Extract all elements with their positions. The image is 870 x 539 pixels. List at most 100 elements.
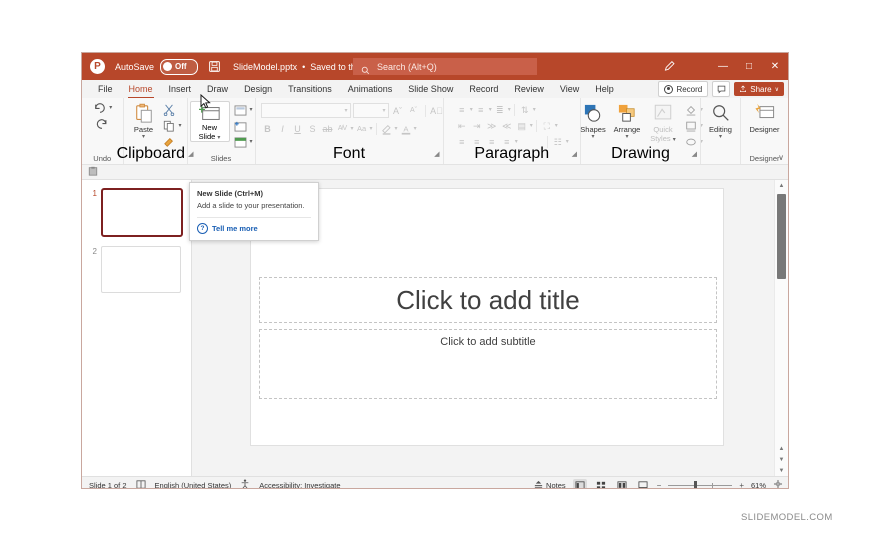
text-direction-caret-icon[interactable]: ▾: [533, 107, 536, 113]
italic-button[interactable]: I: [276, 122, 290, 136]
columns-caret-icon[interactable]: ▾: [530, 123, 533, 129]
pen-icon[interactable]: [663, 60, 676, 73]
bullets-caret-icon[interactable]: ▾: [470, 107, 473, 113]
font-size-select[interactable]: ▾: [352, 103, 389, 118]
slide-counter[interactable]: Slide 1 of 2: [89, 481, 127, 489]
collapse-ribbon-button[interactable]: ∨: [778, 153, 784, 162]
reading-view-button[interactable]: [615, 479, 629, 488]
text-highlight-color-button[interactable]: [380, 122, 394, 136]
change-case-caret-icon[interactable]: ▾: [370, 126, 373, 132]
new-slide-caret-icon[interactable]: ▾: [217, 135, 220, 141]
copy-button[interactable]: ▾: [162, 119, 182, 133]
minimize-button[interactable]: —: [710, 53, 736, 80]
highlight-caret-icon[interactable]: ▾: [395, 126, 398, 132]
character-spacing-caret-icon[interactable]: ▾: [351, 126, 354, 132]
share-button[interactable]: Share ∨: [734, 82, 784, 96]
tab-record[interactable]: Record: [461, 80, 506, 98]
thumbnail-image[interactable]: [101, 246, 181, 293]
decrease-indent-button[interactable]: ⇤: [455, 119, 469, 133]
editing-caret-icon[interactable]: ▾: [719, 134, 722, 140]
tab-design[interactable]: Design: [236, 80, 280, 98]
align-text-caret-icon[interactable]: ▾: [555, 123, 558, 129]
character-spacing-button[interactable]: A̸V: [336, 122, 350, 136]
copy-caret-icon[interactable]: ▾: [179, 123, 182, 129]
tab-file[interactable]: File: [90, 80, 121, 98]
shapes-caret-icon[interactable]: ▾: [591, 134, 594, 140]
bold-button[interactable]: B: [261, 122, 275, 136]
zoom-level[interactable]: 61%: [751, 481, 766, 489]
drawing-dialog-launcher-icon[interactable]: ◢: [692, 150, 697, 158]
redo-button[interactable]: [95, 117, 110, 131]
numbering-caret-icon[interactable]: ▾: [489, 107, 492, 113]
notes-button[interactable]: Notes: [533, 480, 566, 488]
zoom-out-button[interactable]: −: [657, 481, 662, 489]
decrease-font-size-button[interactable]: Aˇ: [407, 104, 421, 118]
text-direction-button[interactable]: ⇅: [518, 103, 532, 117]
clear-formatting-button[interactable]: A⃠: [430, 104, 444, 118]
slide-thumbnail-pane[interactable]: 1 2: [82, 180, 192, 476]
paste-caret-icon[interactable]: ▾: [142, 134, 145, 140]
change-case-button[interactable]: Aa: [355, 122, 369, 136]
slide-canvas[interactable]: Click to add title Click to add subtitle: [250, 188, 724, 446]
section-button[interactable]: ▾: [233, 135, 253, 149]
zoom-in-button[interactable]: +: [739, 481, 744, 489]
subtitle-placeholder[interactable]: Click to add subtitle: [259, 329, 717, 399]
arrange-caret-icon[interactable]: ▾: [625, 134, 628, 140]
text-shadow-button[interactable]: S: [306, 122, 320, 136]
slide-sorter-button[interactable]: [594, 479, 608, 488]
undo-caret-icon[interactable]: ▾: [109, 105, 112, 111]
font-color-button[interactable]: A: [399, 122, 413, 136]
next-slide-button[interactable]: ▼: [775, 454, 788, 465]
tab-transitions[interactable]: Transitions: [280, 80, 340, 98]
scroll-up-arrow-icon[interactable]: ▲: [775, 180, 788, 191]
fit-to-window-icon[interactable]: [773, 479, 783, 488]
align-text-button[interactable]: ⛶: [540, 119, 554, 133]
slideshow-button[interactable]: [636, 479, 650, 488]
accessibility-status[interactable]: Accessibility: Investigate: [259, 481, 340, 489]
font-family-select[interactable]: ▾: [260, 103, 351, 118]
scroll-down-arrow-icon[interactable]: ▼: [775, 465, 788, 476]
layout-button[interactable]: ▾: [233, 103, 253, 117]
tab-home[interactable]: Home: [121, 80, 161, 98]
increase-font-size-button[interactable]: Aˇ: [391, 104, 405, 118]
editing-button[interactable]: Editing ▾: [705, 101, 737, 140]
increase-indent-button[interactable]: ⇥: [470, 119, 484, 133]
reset-button[interactable]: [233, 119, 253, 133]
paragraph-dialog-launcher-icon[interactable]: ◢: [572, 150, 577, 158]
columns-button[interactable]: ▤: [515, 119, 529, 133]
thumbnail-image[interactable]: [101, 188, 183, 237]
bullets-button[interactable]: ≡: [455, 103, 469, 117]
autosave-toggle[interactable]: Off: [160, 58, 199, 75]
numbering-button[interactable]: ≡: [474, 103, 488, 117]
normal-view-button[interactable]: [572, 478, 587, 488]
undo-button[interactable]: ▾: [92, 101, 112, 115]
font-dialog-launcher-icon[interactable]: ◢: [434, 150, 439, 158]
save-icon[interactable]: [208, 60, 221, 73]
thumbnail-slide-2[interactable]: 2: [82, 246, 191, 293]
ltr-direction-button[interactable]: ≫: [485, 119, 499, 133]
vertical-scrollbar[interactable]: ▲ ▲ ▼ ▼: [774, 180, 788, 476]
line-spacing-button[interactable]: ≣: [493, 103, 507, 117]
thumbnail-slide-1[interactable]: 1: [82, 188, 191, 237]
tab-slide-show[interactable]: Slide Show: [400, 80, 461, 98]
line-spacing-caret-icon[interactable]: ▾: [508, 107, 511, 113]
tab-view[interactable]: View: [552, 80, 587, 98]
slide-icon[interactable]: [136, 479, 146, 488]
record-button[interactable]: Record: [658, 81, 709, 97]
zoom-slider[interactable]: [668, 480, 733, 488]
layout-caret-icon[interactable]: ▾: [250, 107, 253, 113]
tab-animations[interactable]: Animations: [340, 80, 401, 98]
language-indicator[interactable]: English (United States): [155, 481, 232, 489]
clipboard-pane-icon[interactable]: [88, 163, 98, 181]
share-caret-icon[interactable]: ∨: [775, 86, 779, 93]
tab-insert[interactable]: Insert: [161, 80, 200, 98]
tab-review[interactable]: Review: [506, 80, 552, 98]
tell-me-more-link[interactable]: ? Tell me more: [190, 218, 318, 240]
title-placeholder[interactable]: Click to add title: [259, 277, 717, 323]
comments-button[interactable]: [712, 81, 731, 97]
shapes-button[interactable]: Shapes ▾: [578, 101, 608, 140]
rtl-direction-button[interactable]: ≪: [500, 119, 514, 133]
strikethrough-button[interactable]: ab: [321, 122, 335, 136]
scrollbar-thumb[interactable]: [777, 194, 786, 279]
section-caret-icon[interactable]: ▾: [250, 139, 253, 145]
